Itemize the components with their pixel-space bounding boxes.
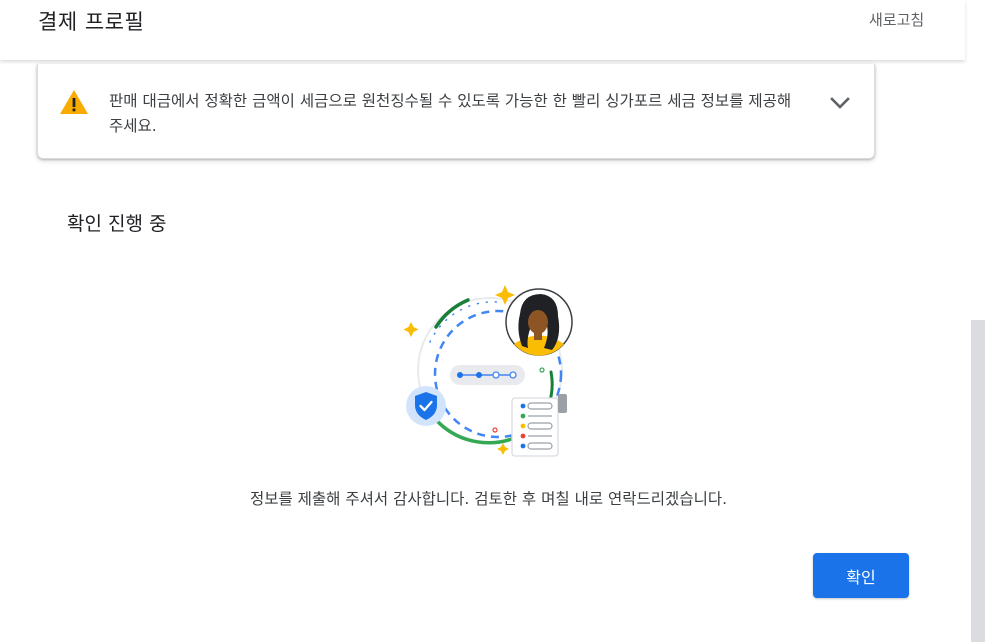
page: 결제 프로필 새로고침 판매 대금에서 정확한 금액이 세금으로 원천징수될 수… [0, 0, 985, 642]
chevron-down-icon[interactable] [828, 91, 852, 115]
refresh-link[interactable]: 새로고침 [869, 9, 924, 30]
page-title: 결제 프로필 [38, 10, 145, 34]
confirm-button[interactable]: 확인 [813, 553, 909, 598]
scrollbar-thumb[interactable] [971, 320, 985, 642]
page-header: 결제 프로필 새로고침 [0, 0, 965, 60]
verification-illustration [403, 285, 573, 457]
tax-info-warning-card: 판매 대금에서 정확한 금액이 세금으로 원천징수될 수 있도록 가능한 한 빨… [37, 64, 875, 159]
warning-triangle-icon [60, 90, 88, 114]
submission-thanks-message: 정보를 제출해 주셔서 감사합니다. 검토한 후 며칠 내로 연락드리겠습니다. [249, 490, 728, 508]
warning-message: 판매 대금에서 정확한 금액이 세금으로 원천징수될 수 있도록 가능한 한 빨… [109, 92, 792, 135]
section-title: 확인 진행 중 [67, 213, 167, 235]
